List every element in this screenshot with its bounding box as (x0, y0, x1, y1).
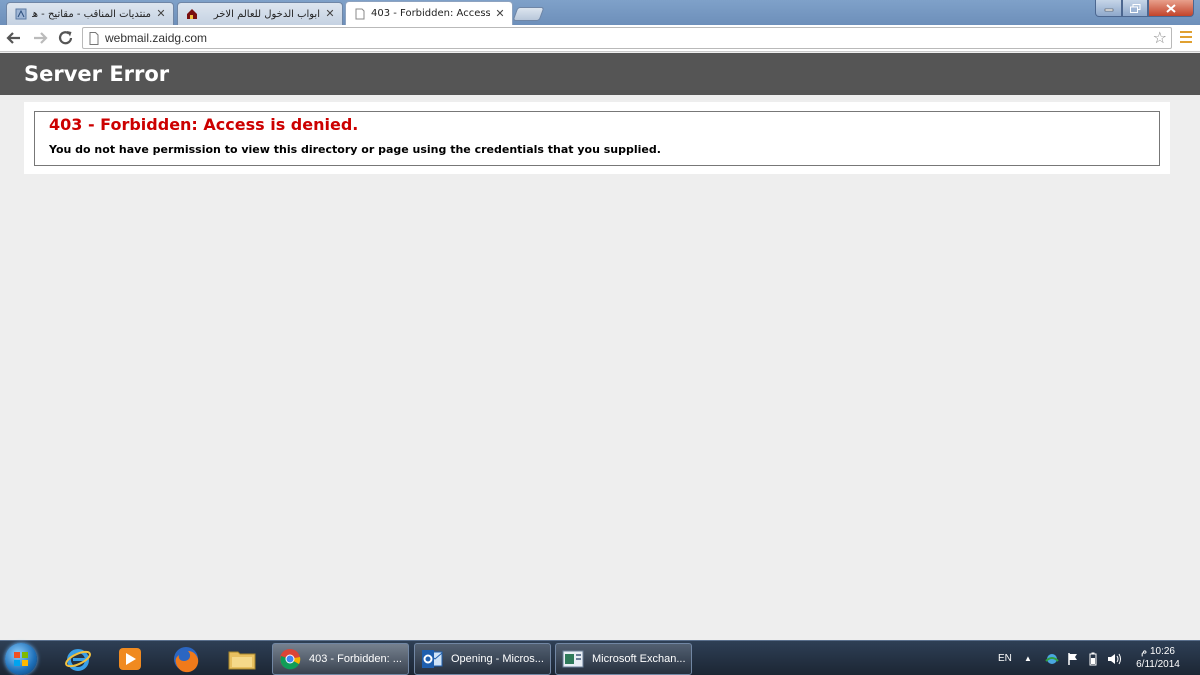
minimize-icon (1104, 8, 1113, 12)
tray-icons: ▲ (1024, 641, 1122, 675)
tab-2-label: ابواب الدخول للعالم الاخر (213, 8, 320, 20)
back-arrow-icon[interactable] (4, 29, 24, 47)
close-icon (1166, 3, 1176, 13)
clock-time: 10:26 م (1140, 646, 1175, 657)
media-player-icon (119, 648, 141, 670)
taskbar-item-chrome[interactable]: 403 - Forbidden: ... (272, 643, 409, 675)
server-error-header: Server Error (0, 53, 1200, 95)
chrome-icon (280, 649, 301, 670)
taskbar-item-exchange-label: Microsoft Exchan... (592, 653, 686, 665)
volume-icon[interactable] (1106, 652, 1122, 666)
content-panel: 403 - Forbidden: Access is denied. You d… (24, 102, 1170, 174)
reload-icon[interactable] (56, 29, 76, 47)
taskbar-item-chrome-label: 403 - Forbidden: ... (309, 653, 402, 665)
error-box: 403 - Forbidden: Access is denied. You d… (34, 111, 1160, 166)
page-favicon-icon (355, 8, 365, 19)
tab-1[interactable]: منتديات المناقب - مقاتيح - هذا ✕ (6, 2, 174, 25)
page-icon (89, 32, 99, 45)
pinned-explorer[interactable] (222, 644, 262, 674)
error-title: 403 - Forbidden: Access is denied. (49, 115, 359, 134)
forum-favicon-icon (15, 8, 27, 20)
language-indicator[interactable]: EN (998, 641, 1012, 675)
pinned-firefox[interactable] (166, 644, 206, 674)
taskbar-item-outlook[interactable]: Opening - Micros... (414, 643, 551, 675)
tab-3-close-icon[interactable]: ✕ (494, 7, 506, 20)
pinned-ie[interactable] (58, 644, 98, 674)
network-globe-icon[interactable] (1044, 652, 1060, 666)
browser-titlebar: منتديات المناقب - مقاتيح - هذا ✕ ابواب ا… (0, 0, 1200, 25)
close-window-button[interactable] (1148, 0, 1194, 17)
house-favicon-icon (187, 9, 197, 19)
outlook-icon (422, 650, 443, 668)
exchange-icon (562, 650, 584, 668)
minimize-button[interactable] (1095, 0, 1122, 17)
start-button[interactable] (5, 643, 37, 675)
forward-arrow-icon[interactable] (30, 29, 50, 47)
system-clock[interactable]: 10:26 م 6/11/2014 (1128, 645, 1188, 671)
action-center-flag-icon[interactable] (1066, 652, 1080, 666)
clock-date: 6/11/2014 (1136, 659, 1180, 670)
taskbar-item-outlook-label: Opening - Micros... (451, 653, 544, 665)
tab-1-label: منتديات المناقب - مقاتيح - هذا (32, 8, 151, 20)
folder-icon (228, 651, 256, 670)
new-tab-button[interactable] (512, 7, 545, 21)
show-hidden-icons-icon[interactable]: ▲ (1024, 654, 1032, 663)
restore-icon (1129, 3, 1140, 13)
window-controls (1095, 0, 1194, 18)
tab-2[interactable]: ابواب الدخول للعالم الاخر ✕ (177, 2, 343, 25)
tab-3-active[interactable]: 403 - Forbidden: Access is ✕ (345, 1, 513, 25)
tab-3-label: 403 - Forbidden: Access is (371, 8, 490, 19)
pinned-media-player[interactable] (110, 644, 150, 674)
internet-explorer-icon (65, 649, 91, 671)
windows-taskbar: 403 - Forbidden: ... Opening - Micros...… (0, 640, 1200, 675)
firefox-icon (174, 647, 199, 673)
taskbar-item-exchange[interactable]: Microsoft Exchan... (555, 643, 692, 675)
language-label: EN (998, 653, 1012, 664)
bookmark-star-icon[interactable]: ☆ (1153, 29, 1167, 47)
battery-icon[interactable] (1088, 652, 1098, 666)
maximize-button[interactable] (1122, 0, 1148, 17)
browser-toolbar: webmail.zaidg.com ☆ (0, 25, 1200, 52)
windows-logo-icon (14, 652, 28, 666)
url-text: webmail.zaidg.com (105, 31, 208, 45)
browser-menu-icon[interactable] (1180, 31, 1192, 43)
tab-1-close-icon[interactable]: ✕ (155, 8, 167, 20)
address-bar[interactable]: webmail.zaidg.com ☆ (82, 27, 1172, 49)
tab-2-close-icon[interactable]: ✕ (324, 8, 336, 20)
page-title: Server Error (24, 62, 170, 86)
error-message: You do not have permission to view this … (49, 143, 661, 156)
